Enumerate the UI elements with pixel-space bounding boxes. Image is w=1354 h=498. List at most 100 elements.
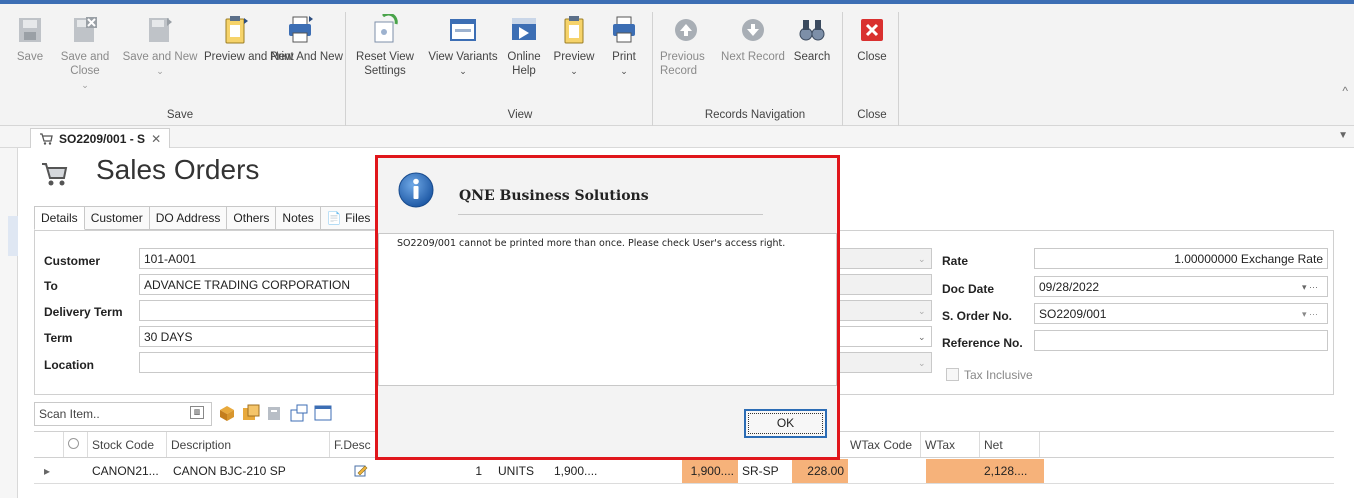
column-header-description[interactable]: Description (167, 432, 330, 457)
edit-description-icon[interactable] (350, 459, 380, 483)
next-record-button[interactable]: Next Record (718, 14, 788, 64)
date-dropdown-icon[interactable]: ▾ ··· (1302, 282, 1318, 293)
close-icon (861, 19, 883, 41)
tab-sales-order[interactable]: SO2209/001 - S ✕ (30, 128, 171, 148)
cell-description[interactable]: CANON BJC-210 SP (169, 459, 329, 483)
location-field[interactable] (139, 352, 379, 373)
window-icon[interactable] (314, 404, 332, 422)
tax-inclusive-checkbox[interactable] (946, 368, 959, 381)
dialog-divider (458, 214, 763, 215)
close-button[interactable]: Close (852, 14, 892, 64)
reference-no-label: Reference No. (942, 336, 1023, 350)
to-label: To (44, 279, 58, 293)
print-icon (613, 16, 635, 43)
print-and-new-button[interactable]: Print And New (270, 14, 343, 64)
next-record-icon (742, 19, 764, 41)
online-help-button[interactable]: Online Help (506, 14, 542, 78)
cell-price[interactable]: 1,900.... (550, 459, 620, 483)
search-button[interactable]: Search (790, 14, 834, 64)
customer-label: Customer (44, 254, 101, 268)
print-button[interactable]: Print ⌄ (606, 14, 642, 78)
tab-details[interactable]: Details (34, 206, 85, 230)
chevron-down-icon: ⌄ (620, 66, 628, 76)
group-separator (652, 12, 653, 126)
customer-field[interactable]: 101-A001 (139, 248, 379, 269)
message-dialog: QNE Business Solutions SO2209/001 cannot… (375, 155, 840, 460)
term-field[interactable]: 30 DAYS (139, 326, 379, 347)
doc-date-field[interactable]: 09/28/2022 (1034, 276, 1328, 297)
view-variants-button[interactable]: View Variants ⌄ (424, 14, 502, 78)
document-tab-strip: ‹ SO2209/001 - S ✕ ▼ (0, 126, 1354, 267)
item-batch-icon[interactable] (242, 404, 260, 422)
save-button[interactable]: Save (12, 14, 48, 64)
save-icon (19, 18, 41, 42)
column-header-net[interactable]: Net (980, 432, 1040, 457)
previous-record-button[interactable]: Previous Record (660, 14, 712, 78)
insert-row-icon[interactable] (290, 404, 308, 422)
reference-no-field[interactable] (1034, 330, 1328, 351)
tab-close-icon[interactable]: ✕ (151, 132, 161, 146)
add-item-icon[interactable] (218, 404, 236, 422)
ribbon-collapse-icon[interactable]: ^ (1342, 84, 1348, 98)
column-header-stock-code[interactable]: Stock Code (88, 432, 167, 457)
group-separator (898, 12, 899, 126)
cell-wtax-code[interactable] (848, 459, 926, 483)
scan-item-input[interactable]: Scan Item.. (34, 402, 212, 426)
cell-stock-code[interactable]: CANON21... (88, 459, 167, 483)
tab-notes[interactable]: Notes (276, 206, 321, 230)
dialog-message: SO2209/001 cannot be printed more than o… (397, 238, 786, 249)
ribbon: Save Save and Close ⌄ Save and New ⌄ Pre… (0, 4, 1354, 126)
column-header-wtax-code[interactable]: WTax Code (846, 432, 921, 457)
cart-icon (40, 132, 53, 145)
select-all-radio[interactable] (64, 432, 88, 457)
cell-net[interactable]: 2,128.... (980, 459, 1044, 483)
copy-row-icon[interactable] (266, 404, 284, 422)
to-field[interactable]: ADVANCE TRADING CORPORATION (139, 274, 379, 295)
row-indicator-header (34, 432, 64, 457)
cell-qty[interactable]: 1 (434, 459, 486, 483)
previous-record-icon (675, 19, 697, 41)
save-and-close-button[interactable]: Save and Close ⌄ (58, 14, 112, 92)
group-separator (842, 12, 843, 126)
chevron-down-icon[interactable]: ⌄ (918, 254, 926, 265)
cell-uom[interactable]: UNITS (494, 459, 554, 483)
barcode-icon[interactable]: ▥ (190, 406, 204, 419)
tab-files[interactable]: 📄 Files (320, 206, 378, 230)
grid-toolbar (218, 404, 332, 422)
nav-group-label: Records Navigation (704, 109, 806, 121)
tab-others[interactable]: Others (227, 206, 277, 230)
save-group-label: Save (166, 109, 194, 121)
chevron-down-icon[interactable]: ⌄ (918, 358, 926, 369)
order-no-dropdown-icon[interactable]: ▾ ··· (1302, 309, 1318, 320)
order-no-label: S. Order No. (942, 309, 1013, 323)
tab-list-dropdown-icon[interactable]: ▼ (1338, 130, 1348, 141)
rate-label: Rate (942, 254, 969, 268)
preview-button[interactable]: Preview ⌄ (550, 14, 598, 78)
save-and-new-button[interactable]: Save and New ⌄ (118, 14, 202, 78)
address-field-tail (836, 274, 932, 295)
chevron-down-icon: ⌄ (570, 66, 578, 76)
search-icon (799, 20, 825, 41)
reset-view-icon (374, 14, 398, 43)
chevron-down-icon[interactable]: ⌄ (918, 332, 926, 343)
tab-customer[interactable]: Customer (84, 206, 150, 230)
column-header-wtax[interactable]: WTax (921, 432, 980, 457)
cell-amount[interactable]: 1,900.... (682, 459, 738, 483)
online-help-icon (512, 18, 536, 40)
view-group-label: View (507, 109, 533, 121)
order-no-field[interactable]: SO2209/001 (1034, 303, 1328, 324)
cell-tax[interactable]: 228.00 (792, 459, 848, 483)
preview-and-new-button[interactable]: Preview and New (204, 14, 293, 64)
delivery-term-field[interactable] (139, 300, 379, 321)
chevron-down-icon[interactable]: ⌄ (918, 306, 926, 317)
reset-view-settings-button[interactable]: Reset View Settings (354, 14, 416, 78)
cell-tax-code[interactable]: SR-SP (738, 459, 792, 483)
table-row[interactable]: ▸ CANON21... CANON BJC-210 SP 1 UNITS 1,… (34, 459, 1334, 484)
tab-do-address[interactable]: DO Address (149, 206, 228, 230)
ok-button[interactable]: OK (744, 409, 827, 438)
info-icon (398, 172, 434, 208)
cell-wtax[interactable] (926, 459, 980, 483)
sales-orders-icon (42, 163, 68, 186)
rate-field[interactable]: 1.00000000 Exchange Rate (1034, 248, 1328, 269)
chevron-down-icon: ⌄ (459, 66, 467, 76)
